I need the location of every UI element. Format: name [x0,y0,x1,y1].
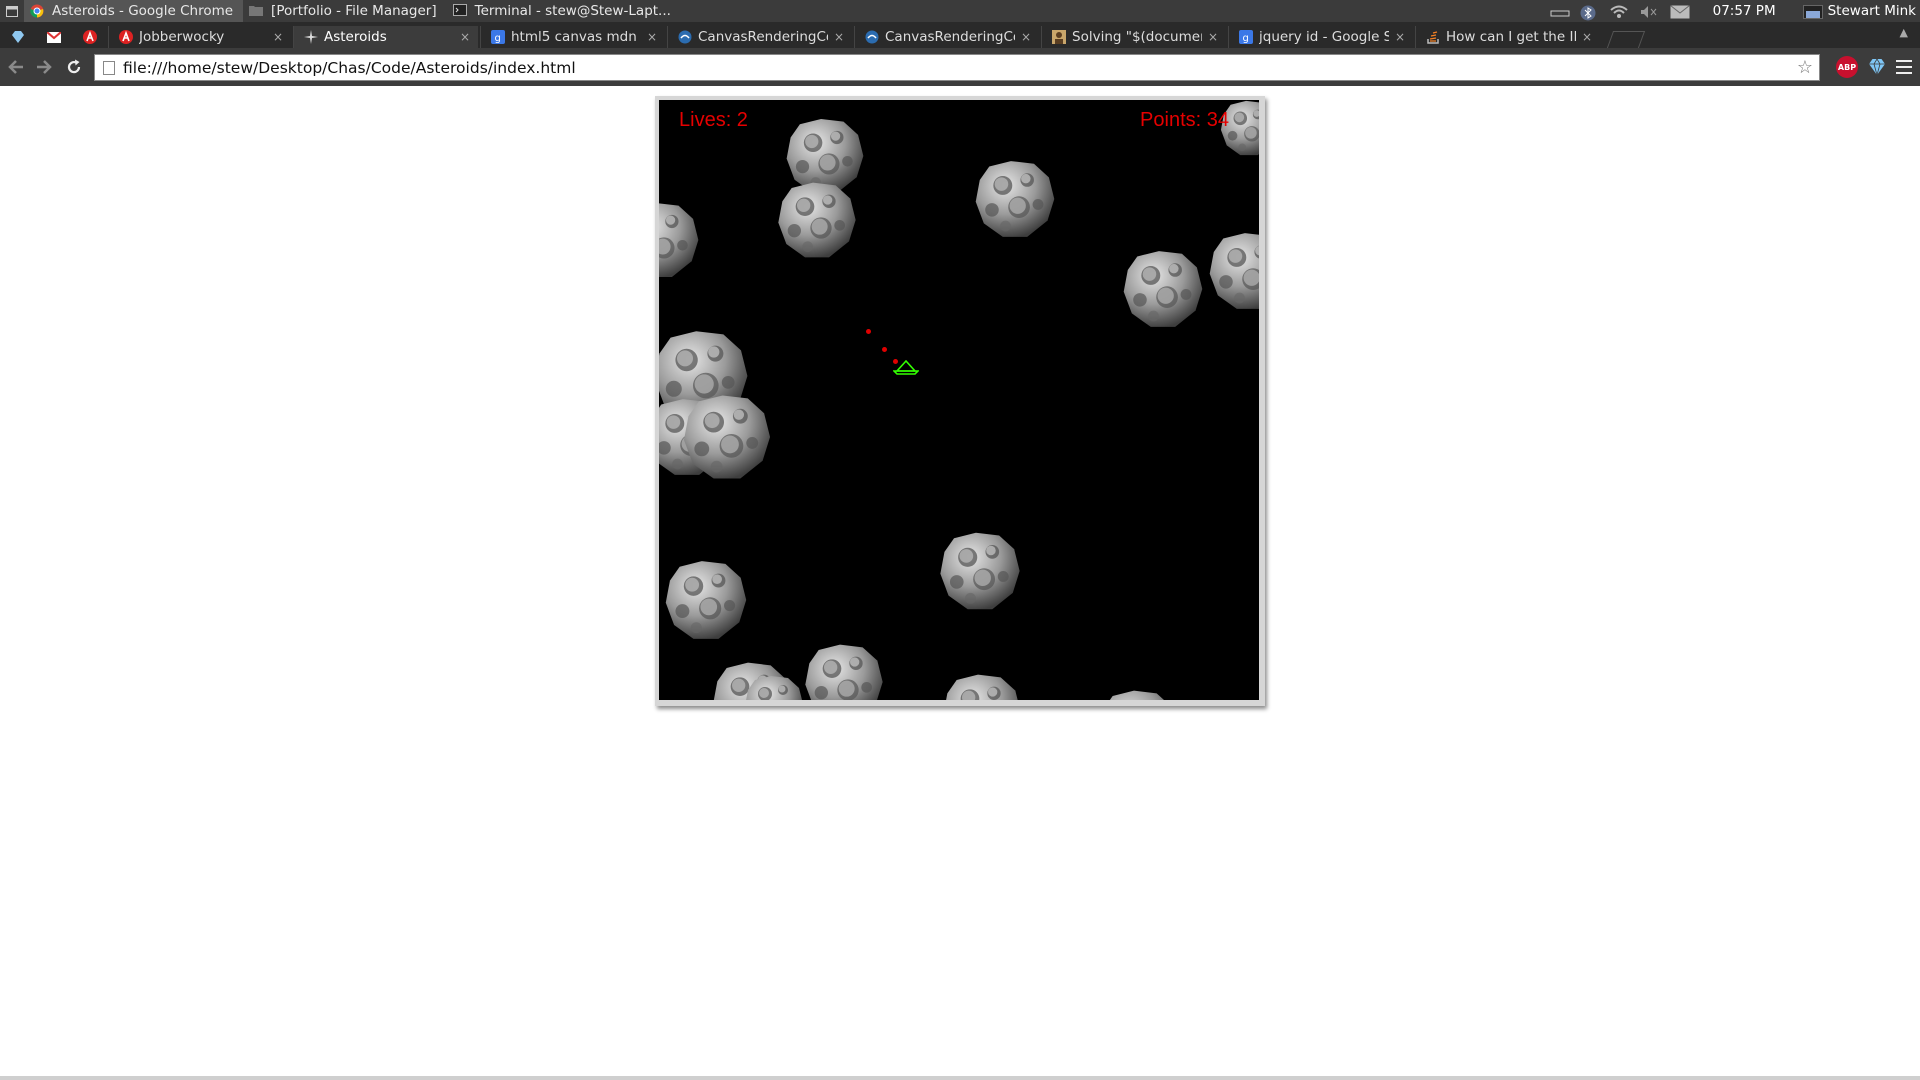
close-icon[interactable]: × [1208,30,1218,44]
game-frame: Lives: 2 Points: 34 [655,96,1265,706]
asteroid [745,676,803,700]
tab-label: Jobberwocky [139,29,225,45]
mdn-icon [865,30,879,44]
arrow-right-icon [37,60,52,74]
asteroid [943,674,1021,700]
mdn-icon [678,30,692,44]
asteroid [1209,233,1259,309]
pinned-tab-red-a[interactable] [72,26,108,48]
back-button[interactable] [2,53,30,81]
tab-get-id-question[interactable]: How can I get the ID of × [1415,26,1600,48]
extensions-area: ABP [1836,56,1912,78]
asteroid [683,395,771,479]
avatar-icon [1052,30,1066,44]
task-label: Asteroids - Google Chrome [52,3,234,19]
asteroid [665,561,747,639]
new-tab-button[interactable] [1606,31,1646,48]
google-icon: g [1239,30,1253,44]
tab-strip: Jobberwocky × Asteroids × g html5 canvas… [0,22,1920,48]
tab-solving-document[interactable]: Solving "$(document).r × [1041,26,1226,48]
reload-button[interactable] [60,53,88,81]
tab-jquery-id-search[interactable]: g jquery id - Google Searc × [1228,26,1413,48]
close-icon[interactable]: × [1582,30,1592,44]
tab-canvas-rendering-2[interactable]: CanvasRenderingConte × [854,26,1039,48]
pinned-tab-diamond[interactable] [0,26,36,48]
tab-asteroids[interactable]: Asteroids × [293,26,478,48]
bullet [866,329,871,334]
bookmark-star-icon[interactable]: ☆ [1797,57,1813,78]
close-icon[interactable]: × [460,30,470,44]
browser-toolbar: file:///home/stew/Desktop/Chas/Code/Aste… [0,48,1920,86]
adblock-plus-icon[interactable]: ABP [1836,56,1858,78]
task-terminal[interactable]: Terminal - stew@Stew-Lapt... [447,0,681,22]
user-name[interactable]: Stewart Mink [1828,3,1916,19]
sparkle-icon [304,30,318,44]
asteroid [1099,690,1177,700]
gmail-icon [47,31,61,43]
diamond-icon [12,31,24,43]
task-label: [Portfolio - File Manager] [271,3,437,19]
red-a-icon [119,30,133,44]
close-icon[interactable]: × [1021,30,1031,44]
red-a-icon [83,30,97,44]
forward-button[interactable] [30,53,58,81]
tab-label: How can I get the ID of [1446,29,1576,45]
workspace-icon[interactable] [1802,5,1823,19]
tab-html5-canvas-search[interactable]: g html5 canvas mdn - Go × [480,26,665,48]
window-menu-icon[interactable] [0,0,24,22]
tab-canvas-rendering-1[interactable]: CanvasRenderingConte × [667,26,852,48]
lives-counter: Lives: 2 [679,109,748,131]
reload-icon [67,59,81,74]
tab-label: CanvasRenderingConte [698,29,828,45]
diamond-icon[interactable] [1868,58,1886,76]
tab-label: Solving "$(document).r [1072,29,1202,45]
page-icon [103,60,115,75]
chrome-icon [30,4,44,18]
asteroid [1123,251,1203,327]
svg-text:g: g [495,33,501,44]
google-icon: g [491,30,505,44]
game-canvas[interactable]: Lives: 2 Points: 34 [659,100,1259,700]
tab-label: Asteroids [324,29,387,45]
close-icon[interactable]: × [1395,30,1405,44]
terminal-icon [452,4,467,18]
chevron-up-icon[interactable]: ▲ [1900,26,1908,39]
asteroid [659,202,699,278]
tab-label: html5 canvas mdn - Go [511,29,641,45]
mail-icon[interactable] [1669,5,1690,19]
stackoverflow-icon [1427,31,1439,44]
close-icon[interactable]: × [834,30,844,44]
player-ship [893,360,919,375]
clock[interactable]: 07:57 PM [1713,3,1776,19]
bullet [882,347,887,352]
points-counter: Points: 34 [1140,109,1229,131]
task-label: Terminal - stew@Stew-Lapt... [474,3,671,19]
address-bar[interactable]: file:///home/stew/Desktop/Chas/Code/Aste… [94,54,1820,81]
folder-icon [249,4,264,18]
asteroid [778,182,856,258]
svg-text:g: g [1243,33,1249,44]
volume-muted-icon[interactable] [1640,5,1660,18]
pinned-tab-gmail[interactable] [36,26,72,48]
menu-icon[interactable] [1896,60,1912,74]
asteroid [940,532,1020,610]
asteroid [805,644,883,700]
wifi-icon[interactable] [1609,5,1630,18]
task-file-manager[interactable]: [Portfolio - File Manager] [243,0,447,22]
arrow-left-icon [8,60,23,74]
tab-jobberwocky[interactable]: Jobberwocky × [108,26,291,48]
asteroid [975,161,1055,237]
bluetooth-icon[interactable] [1580,5,1600,21]
keyboard-icon[interactable] [1550,5,1570,17]
tab-label: jquery id - Google Searc [1259,29,1389,45]
url-text[interactable]: file:///home/stew/Desktop/Chas/Code/Aste… [123,59,576,77]
close-icon[interactable]: × [273,30,283,44]
window-bottom-border [0,1076,1920,1080]
task-chrome[interactable]: Asteroids - Google Chrome [24,0,244,22]
close-icon[interactable]: × [647,30,657,44]
system-tray: 07:57 PM Stewart Mink [1545,0,1920,22]
taskbar: Asteroids - Google Chrome [Portfolio - F… [0,0,1920,22]
tab-label: CanvasRenderingConte [885,29,1015,45]
